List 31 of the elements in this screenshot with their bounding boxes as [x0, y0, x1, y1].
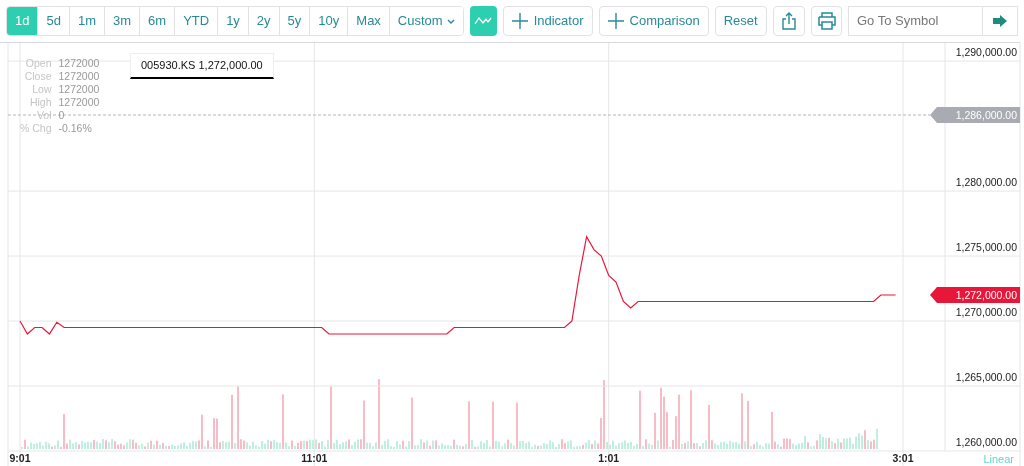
- legend-value: -0.16%: [58, 122, 93, 135]
- legend-label: Open: [24, 57, 52, 70]
- previous-close-tag: 1,286,000.00: [930, 107, 1020, 123]
- legend-label: Low: [31, 83, 52, 96]
- legend-value: 1272000: [58, 57, 100, 70]
- legend-value: 1272000: [58, 70, 100, 83]
- scale-label: Linear: [983, 452, 1014, 466]
- axis-label: 1,275,000.00: [955, 241, 1017, 254]
- price-tooltip: 005930.KS 1,272,000.00: [130, 53, 274, 79]
- indicator-button[interactable]: Indicator: [502, 6, 593, 36]
- legend-value: 0: [58, 109, 66, 122]
- axis-label: 1:01: [598, 452, 620, 464]
- axis-label: 1,290,000.00: [955, 46, 1017, 59]
- price-tag: 1,272,000.00: [930, 287, 1020, 304]
- axis-label: 1,260,000.00: [955, 436, 1017, 448]
- axis-label: 1,280,000.00: [955, 176, 1017, 189]
- comparison-button[interactable]: Comparison: [598, 6, 709, 36]
- axis-label: 11:01: [301, 452, 328, 464]
- legend-label: Vol: [35, 109, 52, 122]
- legend-value: 1272000: [58, 96, 100, 109]
- axis-label: 1,265,000.00: [955, 371, 1017, 383]
- search-field[interactable]: Go To Symbol: [849, 7, 982, 35]
- reset-button[interactable]: Reset: [714, 6, 767, 36]
- axis-label: 9:01: [9, 452, 31, 464]
- legend-label: Close: [23, 70, 52, 83]
- axis-label: 1,270,000.00: [955, 306, 1017, 319]
- symbol-search[interactable]: Go To Symbol: [848, 6, 1018, 36]
- legend-label: High: [28, 96, 52, 109]
- legend-value: 1272000: [58, 83, 100, 96]
- axis-label: 3:01: [892, 452, 914, 464]
- legend-label: % Chg: [20, 122, 52, 135]
